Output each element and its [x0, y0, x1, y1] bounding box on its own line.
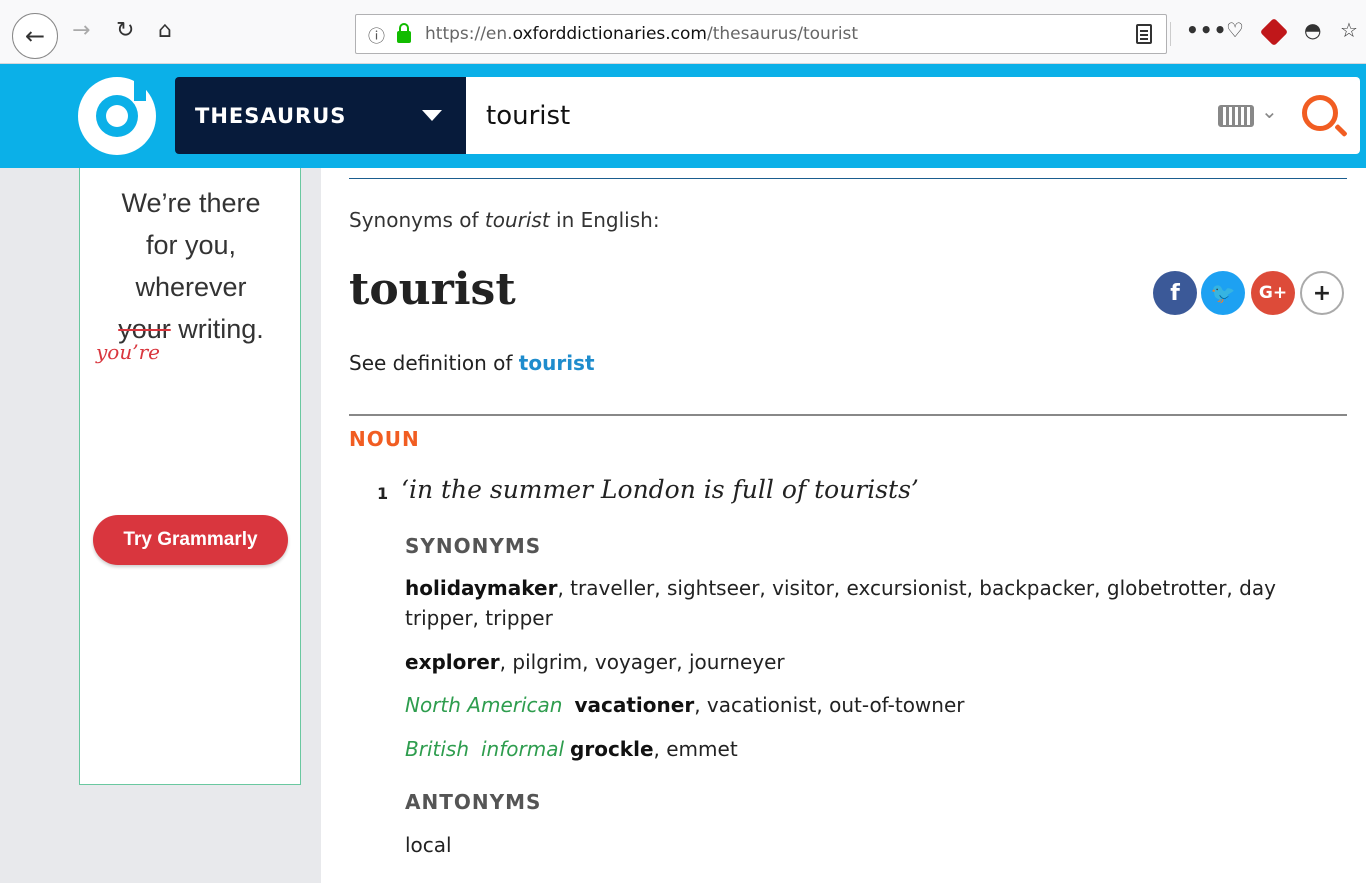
intro-suffix: in English: — [549, 208, 660, 232]
definition-link[interactable]: tourist — [519, 351, 595, 375]
lock-icon — [397, 23, 411, 43]
region-label: British — [405, 737, 469, 761]
url-path: /thesaurus/tourist — [706, 24, 859, 44]
synonym-headword[interactable]: holidaymaker — [405, 576, 557, 600]
synonym-group: British informal grockle, emmet — [405, 734, 1305, 764]
see-definition: See definition of tourist — [349, 351, 595, 375]
antonym-item[interactable]: local — [405, 830, 1305, 860]
dictionary-select-label: THESAURUS — [195, 103, 347, 128]
chevron-down-icon — [422, 110, 442, 121]
intro-prefix: Synonyms of — [349, 208, 485, 232]
url-domain: oxforddictionaries.com — [512, 24, 707, 44]
search-box: ⌄ — [466, 77, 1360, 154]
grammarly-ad[interactable]: We’re there for you, wherever your writi… — [79, 168, 301, 785]
region-label: North American — [405, 693, 563, 717]
synonyms-label: SYNONYMS — [405, 534, 542, 558]
info-icon[interactable]: ⓘ — [368, 22, 385, 47]
ad-line-4-rest: writing. — [170, 314, 264, 344]
bookmark-star-icon[interactable]: ☆ — [1340, 20, 1358, 40]
home-icon[interactable]: ⌂ — [158, 20, 172, 42]
try-grammarly-button[interactable]: Try Grammarly — [93, 515, 288, 565]
back-icon[interactable]: ← — [12, 13, 58, 59]
synonym-list: , pilgrim, voyager, journeyer — [499, 650, 785, 674]
divider — [349, 414, 1347, 416]
forward-icon[interactable]: → — [72, 20, 90, 42]
ad-line-2: for you, — [145, 230, 237, 260]
ad-line-3: wherever — [135, 272, 247, 302]
oxford-logo-icon[interactable] — [78, 77, 156, 155]
ad-line-1: We’re there — [121, 188, 261, 218]
example-sentence: ‘in the summer London is full of tourist… — [401, 475, 919, 504]
antonyms-label: ANTONYMS — [405, 790, 542, 814]
synonym-list: , emmet — [653, 737, 738, 761]
synonym-group: explorer, pilgrim, voyager, journeyer — [405, 647, 1305, 677]
keyboard-icon[interactable] — [1218, 105, 1254, 127]
twitter-share-icon[interactable]: 🐦 — [1201, 271, 1245, 315]
toolbar-divider — [1170, 22, 1171, 46]
googleplus-share-icon[interactable]: G+ — [1251, 271, 1295, 315]
more-share-icon[interactable]: + — [1300, 271, 1344, 315]
synonym-group: holidaymaker, traveller, sightseer, visi… — [405, 573, 1305, 633]
see-def-prefix: See definition of — [349, 351, 519, 375]
part-of-speech: NOUN — [349, 427, 420, 451]
reader-view-icon[interactable] — [1136, 24, 1152, 44]
page-actions-icon[interactable]: ••• — [1186, 20, 1227, 40]
ruby-extension-icon[interactable] — [1259, 17, 1289, 47]
intro-word: tourist — [484, 208, 550, 232]
register-label: informal — [481, 737, 565, 761]
mouse-extension-icon[interactable]: ◓ — [1304, 20, 1321, 40]
facebook-share-icon[interactable]: f — [1153, 271, 1197, 315]
pocket-icon[interactable]: ♡ — [1226, 20, 1244, 40]
synonyms-intro: Synonyms of tourist in English: — [349, 208, 660, 232]
synonym-list: , vacationist, out-of-towner — [694, 693, 965, 717]
ad-text: We’re there for you, wherever your writi… — [80, 182, 302, 350]
headword: tourist — [349, 264, 516, 315]
browser-toolbar: ← → ↻ ⌂ ⓘ https://en. oxforddictionaries.… — [0, 0, 1366, 64]
url-scheme: https://en. — [425, 24, 513, 44]
ad-correction: you’re — [96, 340, 160, 364]
divider — [349, 178, 1347, 179]
search-icon[interactable] — [1302, 95, 1338, 131]
reload-icon[interactable]: ↻ — [116, 20, 134, 42]
address-bar[interactable]: ⓘ https://en. oxforddictionaries.com/thes… — [355, 14, 1167, 54]
synonym-headword[interactable]: grockle — [570, 737, 654, 761]
synonym-group: North American vacationer, vacationist, o… — [405, 690, 1305, 720]
keyboard-chevron-icon[interactable]: ⌄ — [1261, 99, 1278, 123]
synonym-headword[interactable]: vacationer — [574, 693, 694, 717]
synonym-headword[interactable]: explorer — [405, 650, 500, 674]
sense-number: 1 — [377, 484, 389, 503]
dictionary-select[interactable]: THESAURUS — [175, 77, 466, 154]
site-header: THESAURUS ⌄ — [0, 64, 1366, 168]
search-input[interactable] — [486, 97, 1186, 135]
